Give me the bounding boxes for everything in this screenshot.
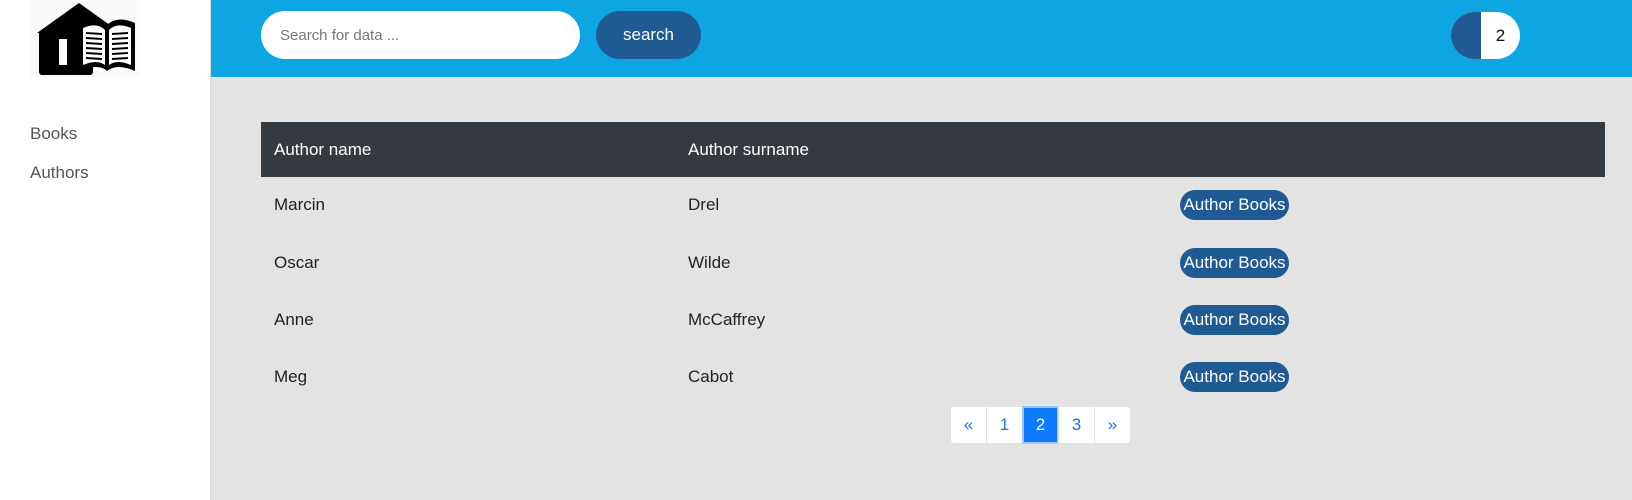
library-book-icon xyxy=(37,2,135,75)
sidebar: Books Authors xyxy=(0,0,211,500)
search-input[interactable] xyxy=(261,11,580,59)
actions-cell: Author Books xyxy=(1167,234,1605,292)
cart-badge[interactable]: 2 xyxy=(1451,12,1520,59)
sidebar-item-authors[interactable]: Authors xyxy=(30,163,89,183)
sidebar-item-books[interactable]: Books xyxy=(30,124,89,144)
author-name-cell: Meg xyxy=(261,348,675,406)
pagination-next[interactable]: » xyxy=(1094,406,1131,444)
author-name-cell: Anne xyxy=(261,291,675,349)
author-surname-cell: Wilde xyxy=(675,234,1167,292)
author-surname-cell: Drel xyxy=(675,177,1167,235)
author-books-button[interactable]: Author Books xyxy=(1180,304,1289,335)
author-surname-cell: Cabot xyxy=(675,348,1167,406)
table-header-row: Author name Author surname xyxy=(261,122,1605,177)
table-row: Oscar Wilde Author Books xyxy=(261,234,1605,292)
column-header-author-name: Author name xyxy=(261,122,675,177)
pagination: « 1 2 3 » xyxy=(950,406,1131,444)
actions-cell: Author Books xyxy=(1167,348,1605,406)
actions-cell: Author Books xyxy=(1167,291,1605,349)
table-row: Anne McCaffrey Author Books xyxy=(261,291,1605,349)
author-name-cell: Marcin xyxy=(261,177,675,235)
pagination-page-2-active[interactable]: 2 xyxy=(1022,406,1059,444)
top-bar: search 2 xyxy=(211,0,1632,77)
column-header-actions xyxy=(1167,122,1605,177)
author-name-cell: Oscar xyxy=(261,234,675,292)
sidebar-nav: Books Authors xyxy=(30,124,89,202)
cart-icon xyxy=(1451,12,1481,59)
actions-cell: Author Books xyxy=(1167,177,1605,235)
table-row: Marcin Drel Author Books xyxy=(261,177,1605,235)
author-books-button[interactable]: Author Books xyxy=(1180,190,1289,221)
author-books-button[interactable]: Author Books xyxy=(1180,361,1289,392)
cart-count: 2 xyxy=(1495,25,1506,45)
pagination-page-1[interactable]: 1 xyxy=(986,406,1023,444)
search-button[interactable]: search xyxy=(596,11,701,59)
pagination-page-3[interactable]: 3 xyxy=(1058,406,1095,444)
table-row: Meg Cabot Author Books xyxy=(261,348,1605,406)
column-header-author-surname: Author surname xyxy=(675,122,1167,177)
authors-table: Author name Author surname Marcin Drel A… xyxy=(261,122,1605,406)
author-books-button[interactable]: Author Books xyxy=(1180,247,1289,278)
logo[interactable] xyxy=(30,0,140,77)
pagination-prev[interactable]: « xyxy=(950,406,987,444)
author-surname-cell: McCaffrey xyxy=(675,291,1167,349)
